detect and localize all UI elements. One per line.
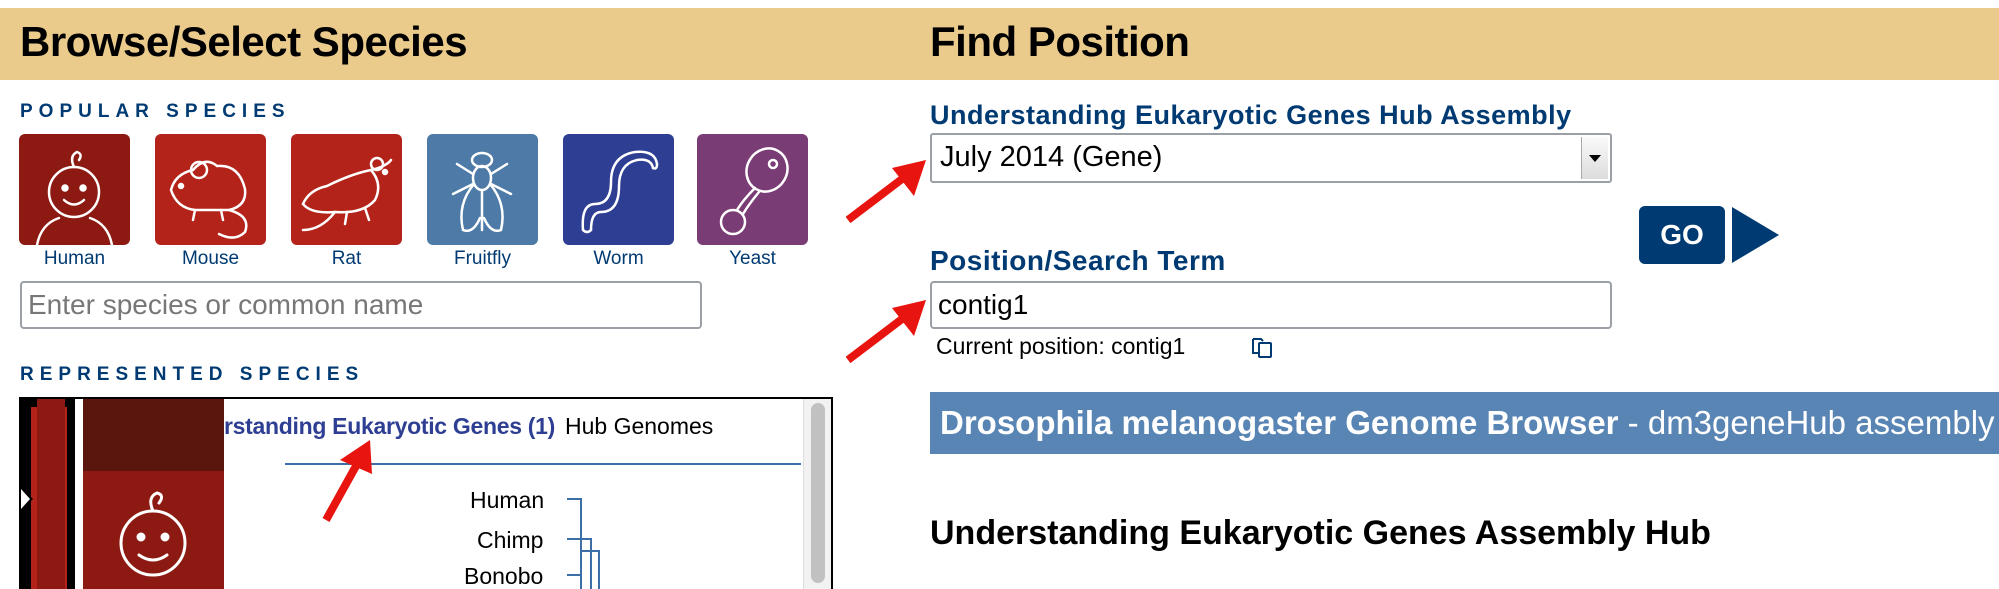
species-label-worm[interactable]: Worm bbox=[563, 248, 674, 270]
find-position-title: Find Position bbox=[930, 18, 1190, 65]
scrollbar-thumb[interactable] bbox=[811, 403, 825, 583]
species-tile-yeast[interactable] bbox=[697, 134, 808, 245]
represented-species-heading: REPRESENTED SPECIES bbox=[20, 364, 365, 385]
species-tile-mouse[interactable] bbox=[155, 134, 266, 245]
popular-species-heading: POPULAR SPECIES bbox=[20, 101, 291, 122]
fruitfly-icon bbox=[451, 151, 513, 232]
species-label-human[interactable]: Human bbox=[19, 248, 130, 270]
species-tile-rat[interactable] bbox=[291, 134, 402, 245]
genome-browser-title-bar: Drosophila melanogaster Genome Browser -… bbox=[930, 392, 1999, 454]
tree-node-bonobo[interactable]: Bonobo bbox=[464, 563, 543, 589]
tree-node-human[interactable]: Human bbox=[470, 487, 544, 514]
mouse-icon bbox=[169, 160, 248, 239]
browse-species-title: Browse/Select Species bbox=[20, 18, 468, 65]
yeast-icon bbox=[719, 147, 789, 236]
position-field[interactable] bbox=[930, 281, 1612, 329]
human-icon bbox=[35, 150, 114, 245]
phylogeny-lines bbox=[567, 498, 600, 589]
species-label-fruitfly[interactable]: Fruitfly bbox=[427, 248, 538, 270]
hub-genomes-tab[interactable]: Hub Genomes bbox=[565, 413, 713, 440]
species-label-yeast[interactable]: Yeast bbox=[697, 248, 808, 270]
assembly-select-value: July 2014 (Gene) bbox=[940, 141, 1163, 173]
assembly-select[interactable]: July 2014 (Gene) bbox=[930, 133, 1612, 183]
go-arrow-icon[interactable] bbox=[1732, 207, 1779, 263]
genome-browser-title: Drosophila melanogaster Genome Browser -… bbox=[940, 404, 1995, 442]
hub-heading: Understanding Eukaryotic Genes Assembly … bbox=[930, 514, 1711, 552]
represented-species-panel: rstanding Eukaryotic Genes (1) Hub Genom… bbox=[19, 397, 833, 589]
selected-species-image bbox=[83, 399, 224, 589]
annotation-arrow-icon bbox=[846, 160, 926, 224]
human-icon bbox=[119, 491, 187, 577]
current-position-text: Current position: contig1 bbox=[936, 333, 1186, 359]
rat-icon bbox=[301, 156, 393, 232]
species-tile-worm[interactable] bbox=[563, 134, 674, 245]
hub-tab-link[interactable]: rstanding Eukaryotic Genes (1) bbox=[224, 413, 555, 440]
browser-title-bold: Drosophila melanogaster Genome Browser bbox=[940, 404, 1619, 441]
species-search-input[interactable] bbox=[22, 283, 700, 327]
species-label-mouse[interactable]: Mouse bbox=[155, 248, 266, 270]
assembly-label: Understanding Eukaryotic Genes Hub Assem… bbox=[930, 100, 1572, 130]
go-button[interactable]: GO bbox=[1639, 206, 1725, 264]
worm-icon bbox=[581, 150, 659, 234]
position-label: Position/Search Term bbox=[930, 245, 1226, 276]
position-input[interactable] bbox=[932, 283, 1610, 327]
tree-node-chimp[interactable]: Chimp bbox=[477, 527, 543, 554]
collapse-handle[interactable] bbox=[21, 399, 75, 589]
annotation-arrow-icon bbox=[846, 300, 926, 364]
species-tile-human[interactable] bbox=[19, 134, 130, 245]
species-search-field[interactable] bbox=[20, 281, 702, 329]
dropdown-button[interactable] bbox=[1581, 137, 1608, 179]
species-tile-fruitfly[interactable] bbox=[427, 134, 538, 245]
copy-icon[interactable] bbox=[1249, 333, 1277, 361]
browser-title-rest: - dm3geneHub assembly bbox=[1618, 404, 1995, 441]
chevron-down-icon bbox=[1589, 155, 1601, 162]
species-label-rat[interactable]: Rat bbox=[291, 248, 402, 270]
annotation-arrow-icon bbox=[322, 440, 372, 522]
